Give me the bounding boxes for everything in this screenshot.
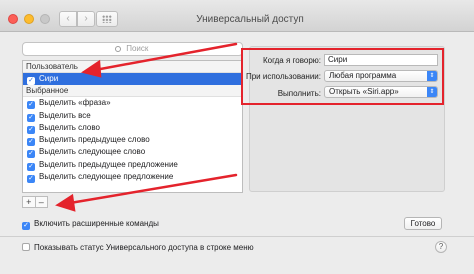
checkbox[interactable]: ✓ (27, 101, 35, 110)
chevron-updown-icon: ⇕ (427, 87, 437, 97)
list-item[interactable]: ✓ Выделить предыдущее предложение (23, 159, 242, 171)
advanced-commands-checkbox[interactable]: ✓ Включить расширенные команды (22, 219, 159, 230)
group-header-favorites: Выбранное (23, 85, 242, 98)
list-item[interactable]: ✓ Выделить «фраза» (23, 97, 242, 110)
list-item-label: Выделить слово (39, 122, 100, 132)
preferences-window: ‹ › Универсальный доступ Поиск Пользоват… (0, 0, 474, 274)
show-status-checkbox[interactable]: Показывать статус Универсального доступа… (22, 243, 254, 252)
while-using-label: При использовании: (245, 72, 321, 81)
perform-value: Открыть «Siri.app» (329, 87, 399, 96)
checkbox[interactable]: ✓ (27, 162, 35, 171)
done-button[interactable]: Готово (404, 217, 442, 230)
checkbox[interactable]: ✓ (27, 138, 35, 147)
forward-button[interactable]: › (77, 11, 95, 27)
list-item-label: Выделить предыдущее предложение (39, 159, 178, 169)
group-header-user: Пользователь (23, 61, 242, 73)
search-icon (115, 46, 121, 52)
checkbox[interactable]: ✓ (27, 113, 35, 122)
list-item-label: Выделить следующее предложение (39, 172, 174, 182)
add-command-button[interactable]: + (23, 197, 36, 207)
list-item[interactable]: ✓ Выделить слово (23, 122, 242, 134)
checkbox[interactable]: ✓ (27, 175, 35, 184)
zoom-window-button[interactable] (40, 14, 50, 24)
list-item[interactable]: ✓ Выделить следующее предложение (23, 171, 242, 184)
title-bar: ‹ › Универсальный доступ (0, 0, 474, 32)
remove-command-button[interactable]: – (36, 197, 48, 207)
list-item-label: Выделить предыдущее слово (39, 135, 150, 145)
while-using-select[interactable]: Любая программа ⇕ (324, 70, 438, 82)
checkbox[interactable]: ✓ (27, 150, 35, 159)
list-item-label: Выделить следующее слово (39, 147, 146, 157)
list-item[interactable]: ✓ Выделить следующее слово (23, 146, 242, 159)
while-using-value: Любая программа (329, 71, 397, 80)
list-add-remove-control: + – (22, 196, 48, 208)
list-item[interactable]: ✓ Выделить все (23, 110, 242, 122)
list-item[interactable]: ✓ Сири (23, 73, 242, 86)
list-item-label: Выделить все (39, 110, 91, 120)
list-item[interactable]: ✓ Выделить предыдущее слово (23, 134, 242, 147)
checkbox[interactable]: ✓ (27, 77, 35, 85)
list-item-label: Сири (39, 74, 59, 83)
grid-icon (102, 15, 112, 23)
back-button[interactable]: ‹ (59, 11, 77, 27)
checkbox[interactable]: ✓ (27, 125, 35, 134)
perform-select[interactable]: Открыть «Siri.app» ⇕ (324, 86, 438, 98)
perform-label: Выполнить: (277, 89, 321, 98)
checkbox[interactable]: ✓ (22, 222, 30, 230)
commands-list[interactable]: Пользователь ✓ Сири Выбранное ✓ Выделить «… (22, 60, 243, 193)
show-status-label: Показывать статус Универсального доступа… (34, 243, 254, 252)
advanced-commands-label: Включить расширенные команды (34, 219, 159, 228)
minimize-window-button[interactable] (24, 14, 34, 24)
search-placeholder: Поиск (126, 44, 149, 53)
help-button[interactable]: ? (435, 241, 447, 253)
window-title: Универсальный доступ (196, 14, 304, 25)
footer-bar: Показывать статус Универсального доступа… (0, 236, 474, 274)
when-i-say-label: Когда я говорю: (262, 56, 321, 65)
list-item-label: Выделить «фраза» (39, 98, 111, 108)
when-i-say-field[interactable]: Сири (324, 54, 438, 66)
close-window-button[interactable] (8, 14, 18, 24)
chevron-updown-icon: ⇕ (427, 71, 437, 81)
checkbox[interactable] (22, 243, 30, 251)
search-input[interactable]: Поиск (22, 42, 243, 56)
show-all-button[interactable] (96, 11, 118, 27)
